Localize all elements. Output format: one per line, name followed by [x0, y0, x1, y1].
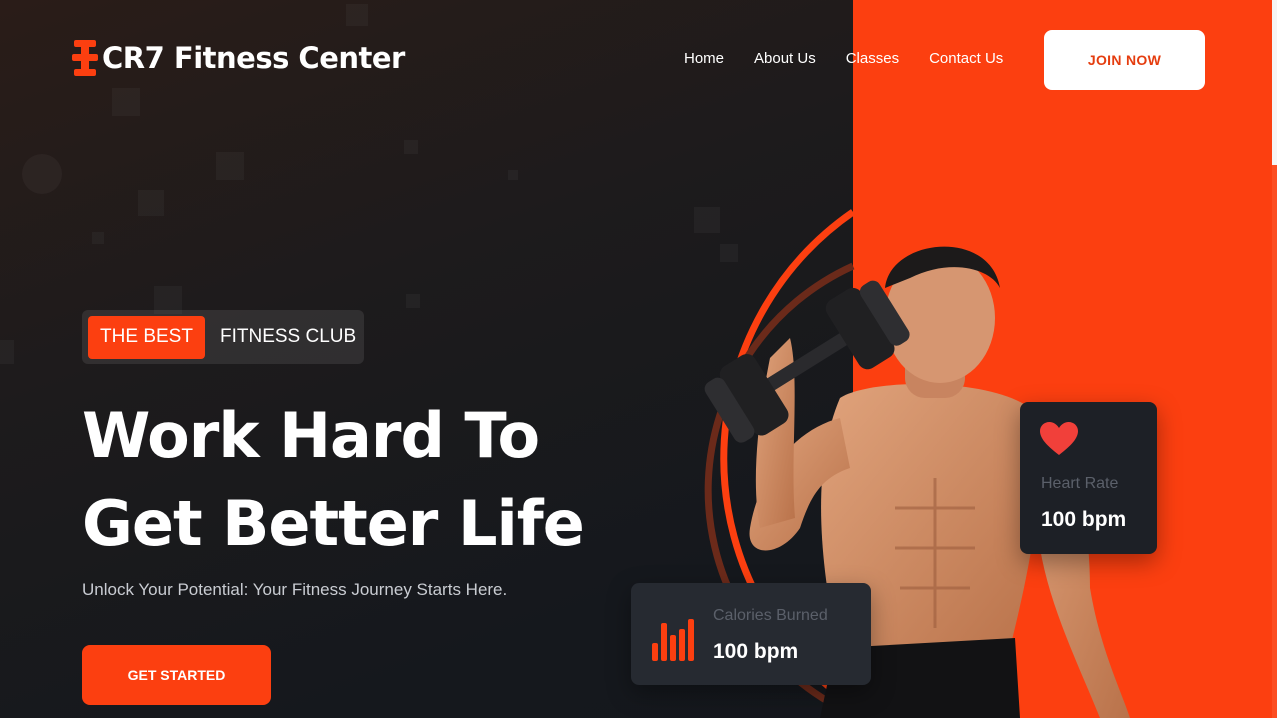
- join-now-button[interactable]: JOIN NOW: [1044, 30, 1205, 90]
- nav-about[interactable]: About Us: [754, 49, 816, 69]
- brand-logo[interactable]: CR7 Fitness Center: [72, 38, 405, 78]
- bg-decor: [346, 4, 368, 26]
- nav-home[interactable]: Home: [684, 49, 724, 69]
- heart-rate-value: 100 bpm: [1041, 508, 1127, 531]
- get-started-button[interactable]: GET STARTED: [82, 645, 271, 705]
- dumbbell-icon: [72, 40, 98, 76]
- hero-headline: Work Hard To Get Better Life: [82, 392, 642, 568]
- bg-decor: [406, 294, 420, 308]
- hero-subtitle: Unlock Your Potential: Your Fitness Jour…: [82, 580, 508, 599]
- bg-decor: [92, 232, 104, 244]
- landing-page: CR7 Fitness Center Home About Us Classes…: [0, 0, 1277, 718]
- heart-rate-card: Heart Rate 100 bpm: [1020, 402, 1157, 554]
- heart-icon: [1040, 422, 1078, 455]
- bg-decor: [404, 140, 418, 154]
- tag-highlight: THE BEST: [88, 315, 205, 359]
- calories-label: Calories Burned: [713, 607, 828, 624]
- hero-tag: THE BEST FITNESS CLUB: [82, 310, 364, 364]
- bg-decor: [112, 88, 140, 116]
- bg-decor: [138, 190, 164, 216]
- bg-decor: [216, 152, 244, 180]
- main-nav: Home About Us Classes Contact Us: [684, 49, 1033, 69]
- heart-rate-label: Heart Rate: [1041, 475, 1119, 492]
- headline-line-1: Work Hard To: [82, 399, 540, 472]
- bg-decor: [0, 340, 14, 364]
- tag-text: FITNESS CLUB: [220, 326, 357, 347]
- bar-chart-icon: [652, 619, 694, 661]
- brand-name: CR7 Fitness Center: [102, 41, 405, 75]
- bg-decor: [22, 154, 62, 194]
- calories-value: 100 bpm: [713, 640, 799, 663]
- nav-classes[interactable]: Classes: [846, 49, 899, 69]
- calories-card: Calories Burned 100 bpm: [631, 583, 871, 685]
- scrollbar-thumb[interactable]: [1272, 0, 1277, 165]
- scrollbar[interactable]: [1272, 0, 1277, 718]
- headline-line-2: Get Better Life: [82, 487, 585, 560]
- nav-contact[interactable]: Contact Us: [929, 49, 1003, 69]
- bg-decor: [508, 170, 518, 180]
